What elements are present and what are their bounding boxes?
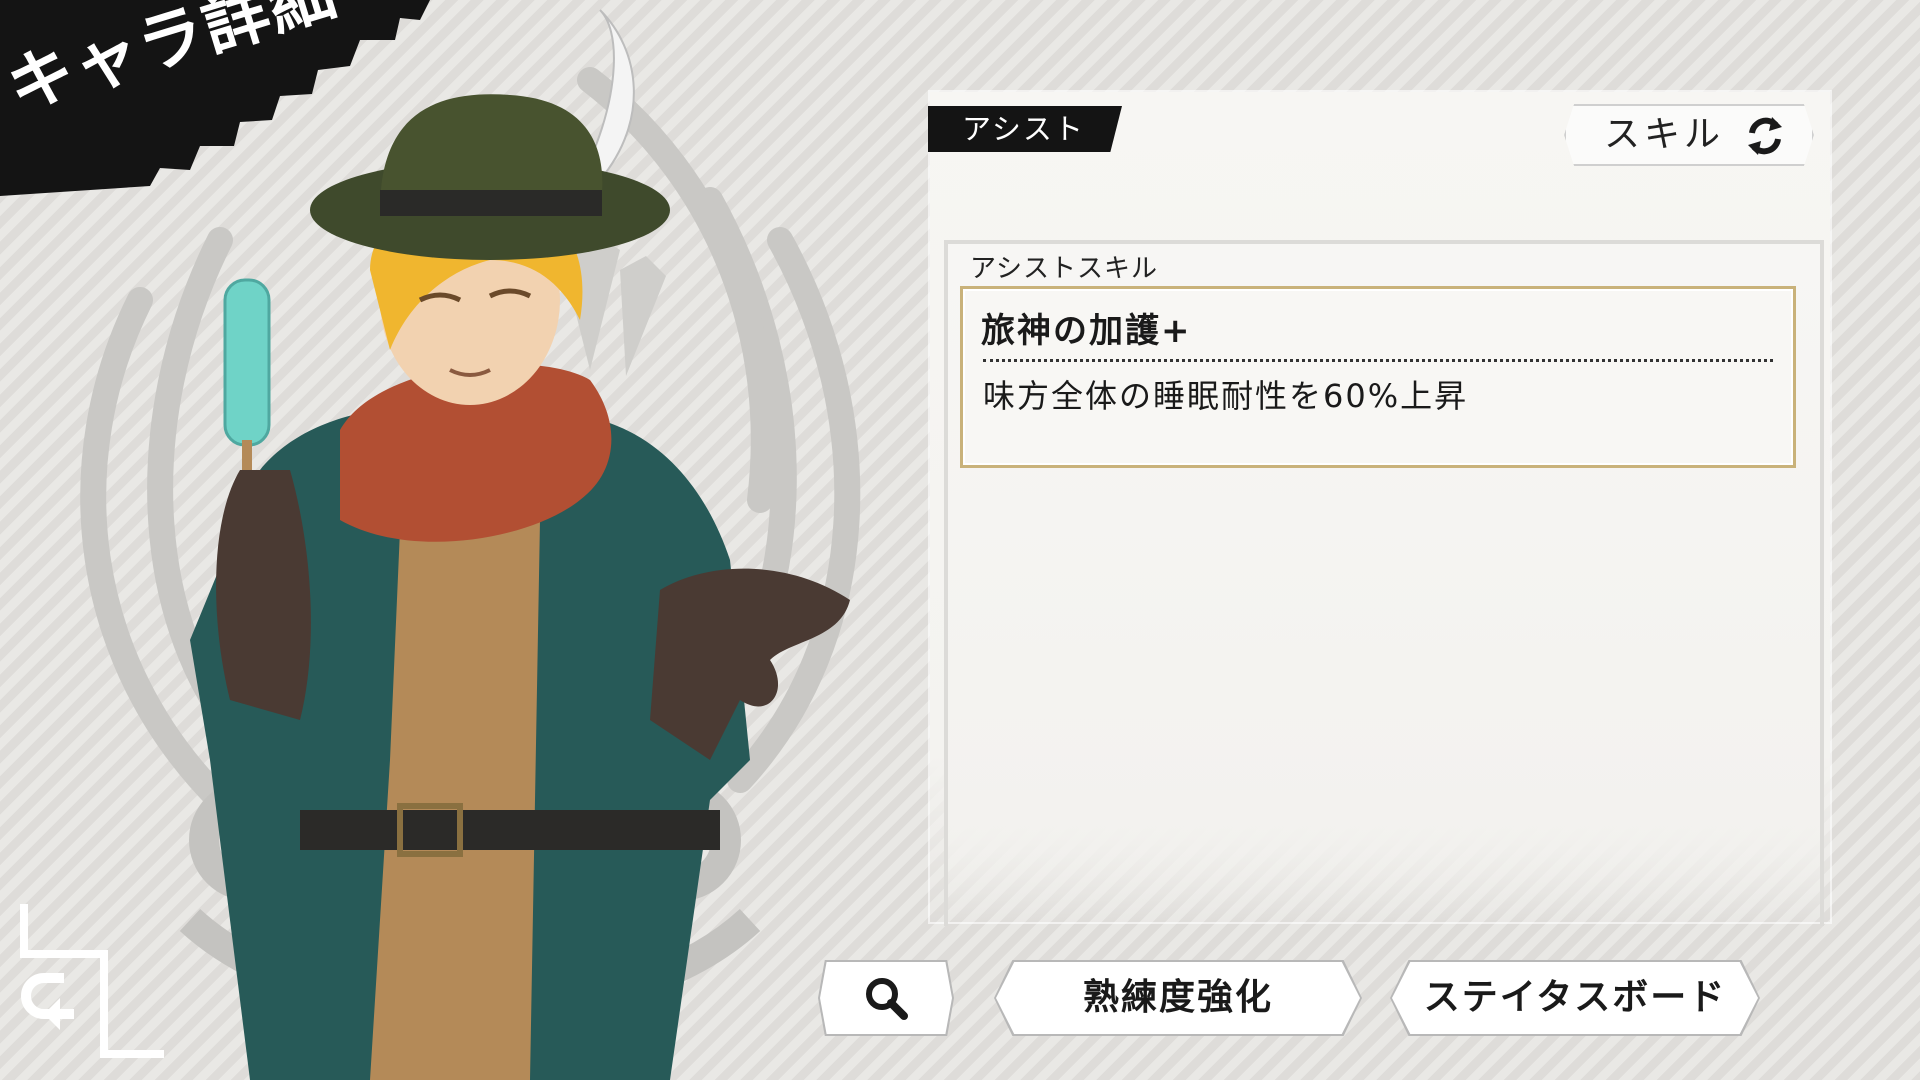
skill-toggle-label: スキル — [1604, 114, 1725, 155]
skill-description: 味方全体の睡眠耐性を60%上昇 — [983, 377, 1469, 415]
detail-panel: アシスト スキル アシストスキル 旅神の加護+ 味方全体の睡眠耐性を60%上昇 — [928, 92, 1830, 926]
search-button[interactable] — [820, 962, 952, 1034]
mastery-enhance-button[interactable]: 熟練度強化 — [996, 962, 1360, 1034]
swap-arrows-icon — [1748, 117, 1782, 155]
skill-toggle-button[interactable]: スキル — [1564, 104, 1814, 166]
skill-divider — [983, 359, 1773, 362]
status-board-label: ステイタスボード — [1423, 977, 1727, 1018]
assist-tab-label: アシスト — [928, 106, 1122, 152]
assist-skill-section: アシストスキル 旅神の加護+ 味方全体の睡眠耐性を60%上昇 — [944, 240, 1824, 926]
mastery-enhance-label: 熟練度強化 — [1082, 977, 1273, 1018]
assist-skill-heading: アシストスキル — [970, 254, 1158, 284]
magnifier-icon — [866, 978, 908, 1020]
skill-card: 旅神の加護+ 味方全体の睡眠耐性を60%上昇 — [960, 286, 1796, 468]
skill-name: 旅神の加護+ — [981, 311, 1192, 351]
return-arrow-icon[interactable] — [14, 904, 174, 1064]
status-board-button[interactable]: ステイタスボード — [1392, 962, 1758, 1034]
